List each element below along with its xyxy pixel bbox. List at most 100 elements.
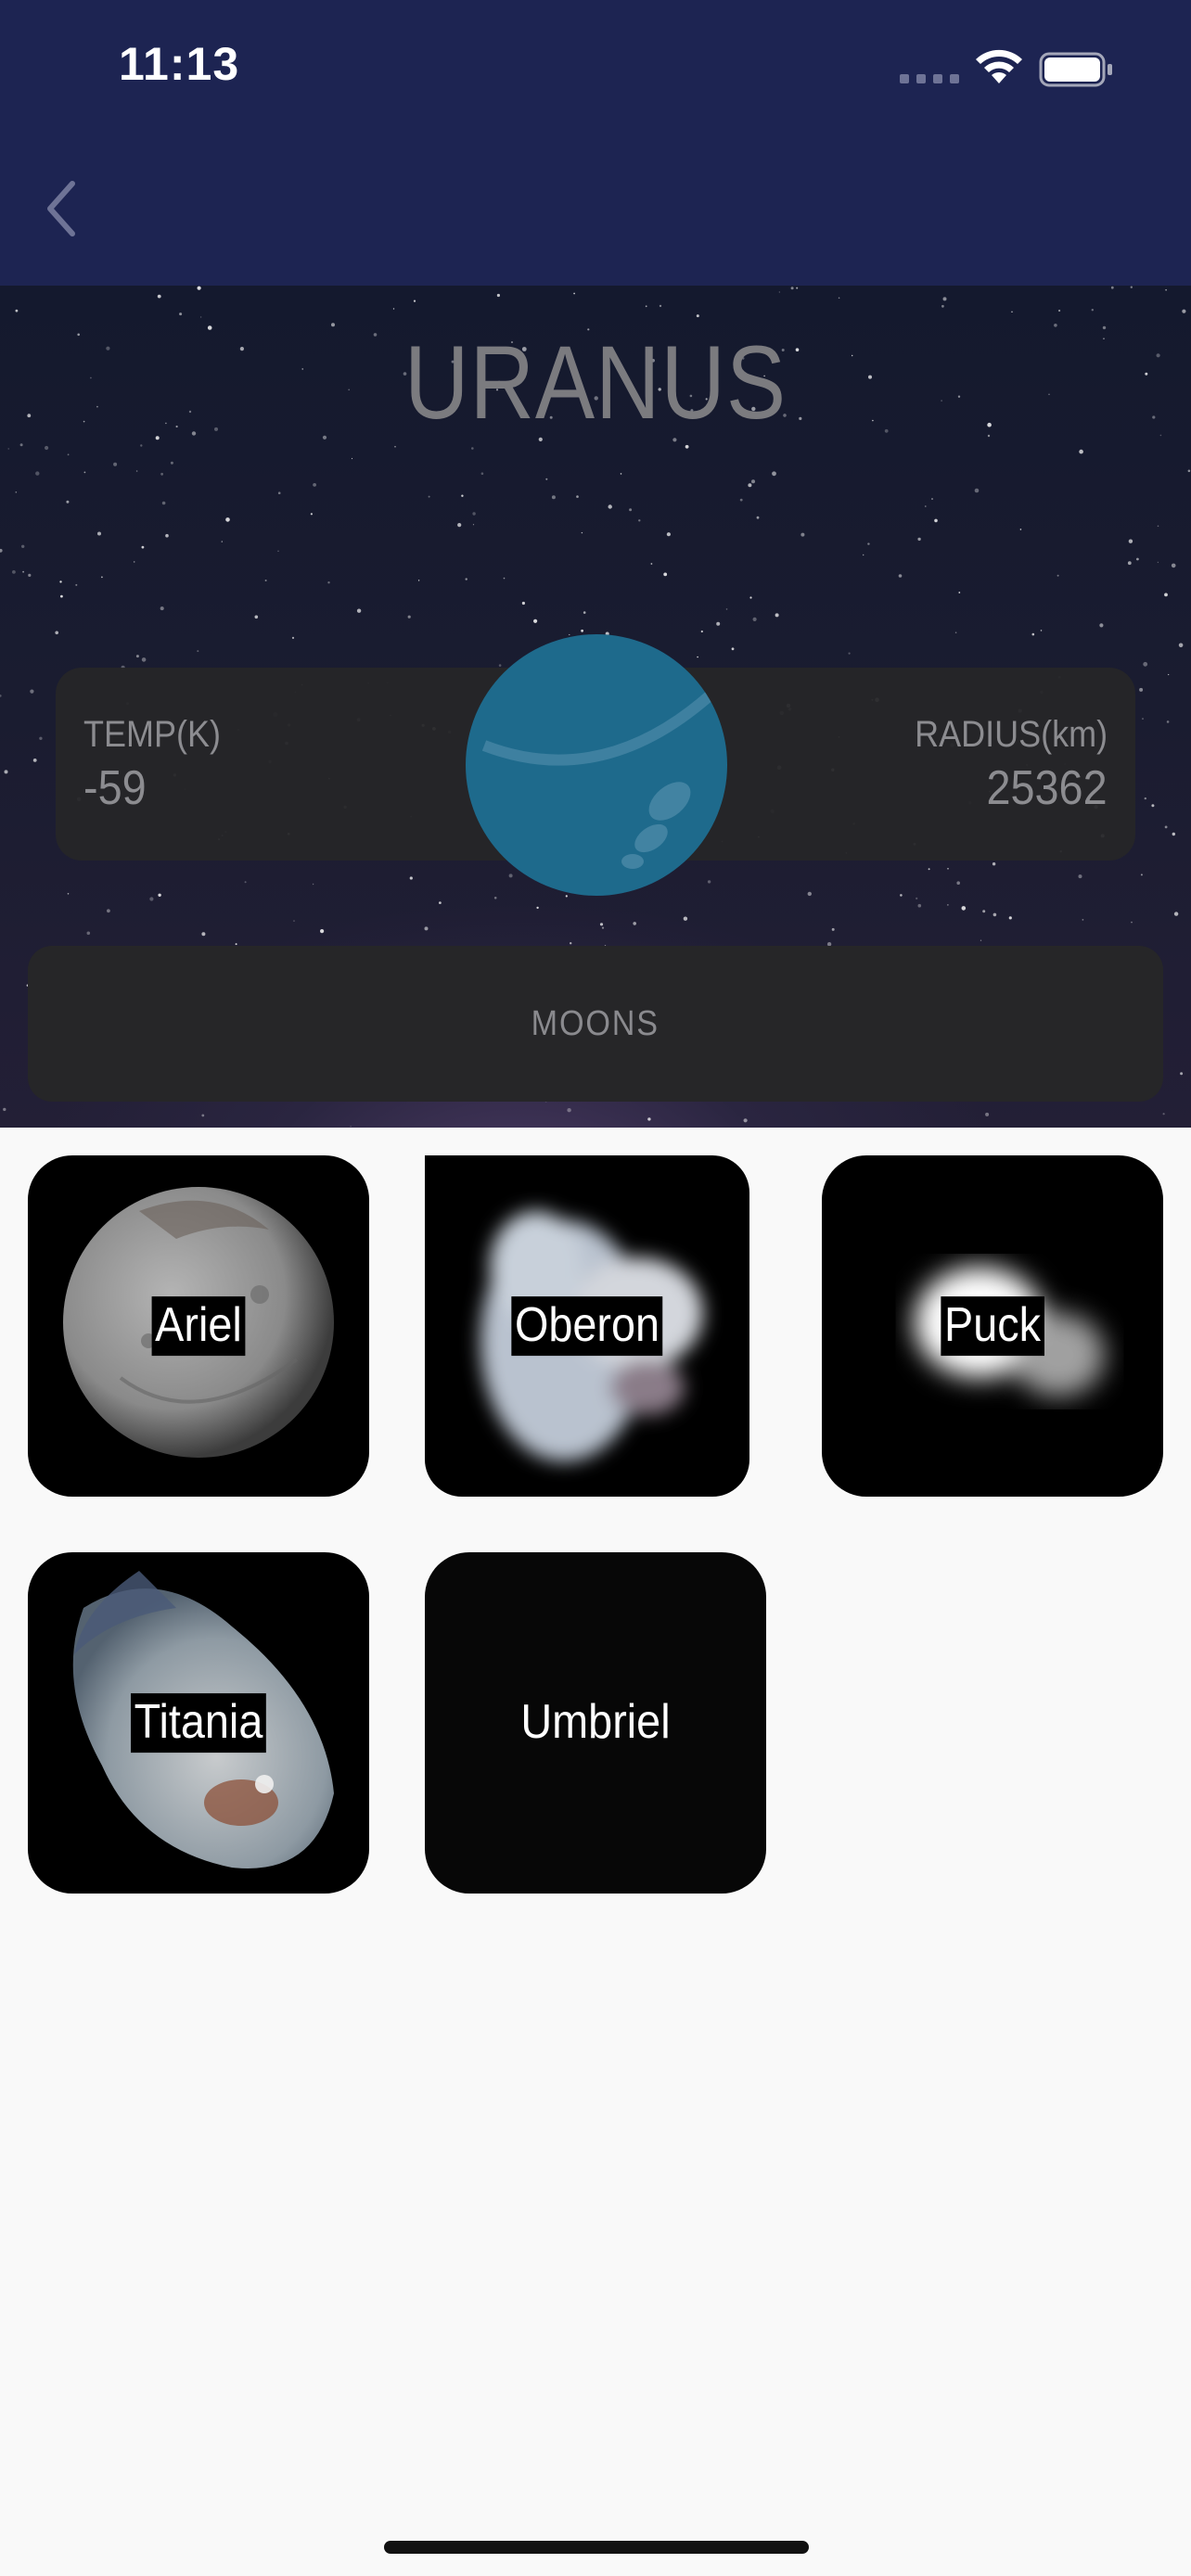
moons-button[interactable]: MOONS: [28, 946, 1163, 1102]
star: [141, 545, 145, 549]
star: [900, 894, 903, 897]
star: [700, 630, 703, 633]
star: [320, 929, 325, 934]
star: [756, 516, 760, 519]
planet-title: URANUS: [404, 325, 787, 440]
star: [201, 932, 206, 937]
star: [942, 297, 947, 301]
star: [775, 613, 779, 618]
moon-tile-titania[interactable]: Titania: [28, 1552, 369, 1894]
back-button[interactable]: [39, 176, 85, 241]
star: [480, 472, 484, 475]
star: [1040, 630, 1043, 631]
star: [521, 601, 526, 606]
star: [293, 920, 295, 922]
star: [67, 453, 70, 456]
star: [1159, 434, 1162, 437]
star: [696, 314, 699, 318]
star: [428, 495, 430, 498]
star: [7, 448, 9, 450]
star: [1140, 874, 1143, 876]
moon-name: Oberon: [511, 1296, 663, 1356]
star: [12, 570, 16, 574]
star: [15, 491, 18, 493]
moon-tile-puck[interactable]: Puck: [822, 1155, 1163, 1497]
star: [570, 942, 572, 945]
star: [60, 594, 63, 598]
star: [158, 893, 161, 897]
star: [743, 1118, 748, 1123]
star: [1144, 797, 1147, 800]
radius-value: 25362: [986, 761, 1108, 815]
star: [165, 533, 169, 538]
battery-icon: [1039, 52, 1112, 87]
star: [21, 544, 25, 548]
star: [581, 531, 583, 534]
star: [650, 563, 653, 565]
star: [133, 561, 135, 563]
star: [731, 647, 735, 651]
star: [536, 906, 539, 910]
star: [1142, 718, 1144, 720]
home-indicator[interactable]: [384, 2541, 809, 2554]
star: [264, 580, 267, 581]
star: [1173, 912, 1179, 916]
star: [800, 532, 805, 537]
star: [199, 316, 202, 318]
moon-tile-ariel[interactable]: Ariel: [28, 1155, 369, 1497]
star: [221, 541, 223, 542]
temp-label: TEMP(K): [83, 714, 221, 755]
star: [141, 657, 147, 662]
temp-value: -59: [83, 761, 147, 815]
star: [32, 759, 37, 762]
star: [925, 505, 927, 507]
star: [1157, 561, 1159, 564]
star: [472, 524, 475, 526]
star: [1178, 643, 1184, 648]
star: [97, 531, 101, 536]
star: [1143, 661, 1148, 667]
star: [545, 478, 548, 480]
star: [170, 461, 173, 465]
star: [551, 495, 556, 500]
star: [19, 443, 23, 447]
star: [0, 548, 3, 553]
star: [683, 916, 688, 921]
star: [75, 583, 78, 586]
star: [772, 471, 776, 477]
star: [848, 652, 851, 655]
star: [1164, 825, 1168, 829]
star: [1182, 309, 1186, 313]
star: [666, 532, 672, 537]
star: [77, 333, 80, 337]
star: [1180, 1072, 1184, 1076]
star: [620, 473, 622, 475]
star: [898, 574, 903, 578]
star: [778, 291, 780, 293]
moon-name: Ariel: [151, 1296, 246, 1356]
star: [350, 1126, 352, 1128]
moon-tile-umbriel[interactable]: Umbriel: [425, 1552, 766, 1894]
star: [956, 881, 960, 885]
star: [22, 570, 24, 573]
star: [356, 608, 362, 613]
star: [45, 445, 49, 451]
star: [685, 444, 689, 449]
star: [392, 308, 395, 310]
moons-button-label: MOONS: [531, 1003, 660, 1043]
star: [66, 500, 70, 504]
star: [645, 305, 647, 308]
star: [277, 550, 279, 553]
star: [1139, 687, 1144, 692]
star: [980, 939, 982, 941]
star: [1082, 919, 1084, 921]
moon-tile-oberon[interactable]: Oberon: [425, 1155, 749, 1497]
star: [1165, 288, 1167, 291]
star: [1145, 372, 1148, 376]
star: [197, 650, 199, 653]
star: [113, 462, 118, 466]
star: [313, 483, 316, 487]
star: [157, 294, 161, 299]
star: [1166, 721, 1170, 723]
star: [985, 1112, 990, 1116]
